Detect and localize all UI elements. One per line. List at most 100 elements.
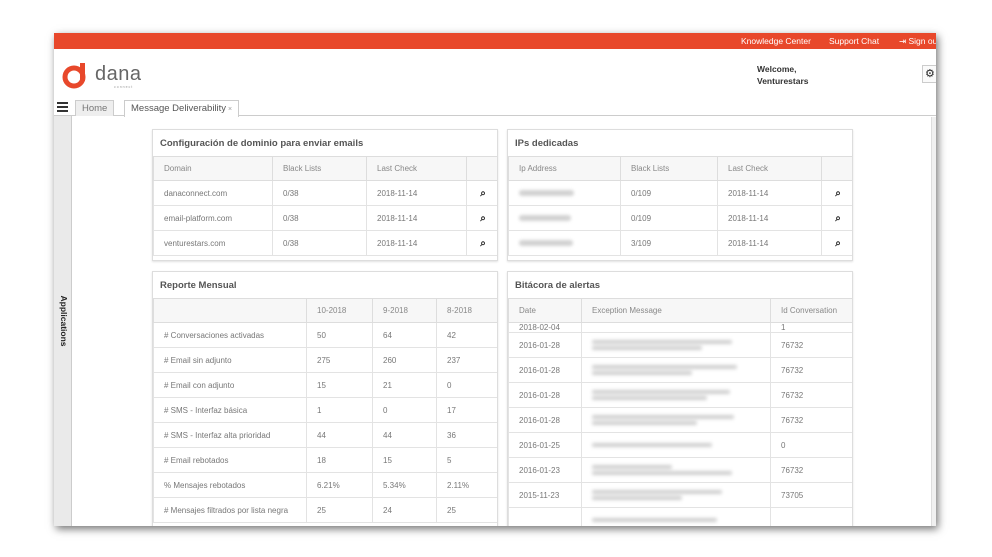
metric-value: 17 bbox=[436, 397, 497, 423]
metric-value: 44 bbox=[372, 422, 437, 448]
search-icon[interactable]: ⌕ bbox=[821, 230, 852, 256]
column-header: 10-2018 bbox=[306, 298, 373, 323]
column-header bbox=[821, 156, 852, 181]
date-cell: 2016-01-28 bbox=[508, 332, 582, 358]
last-check-cell: 2018-11-14 bbox=[366, 205, 467, 231]
table-row: 2018-02-04 1 bbox=[508, 322, 852, 333]
id-cell: 1 bbox=[770, 322, 852, 333]
tab-home[interactable]: Home bbox=[75, 100, 115, 116]
domains-title: Configuración de dominio para enviar ema… bbox=[160, 138, 364, 149]
message-cell-redacted bbox=[581, 382, 771, 408]
table-row: email-platform.com 0/38 2018-11-14 ⌕ bbox=[153, 205, 497, 231]
dana-logo-icon bbox=[62, 63, 86, 89]
ips-table: Ip Address Black Lists Last Check 0/109 … bbox=[508, 156, 852, 256]
metric-value: 25 bbox=[306, 497, 373, 523]
hamburger-menu-icon[interactable] bbox=[57, 102, 68, 112]
id-cell: 76732 bbox=[770, 382, 852, 408]
brand-name: dana bbox=[95, 63, 142, 85]
ip-cell-redacted bbox=[508, 205, 621, 231]
domains-panel: Configuración de dominio para enviar ema… bbox=[152, 129, 498, 261]
domain-cell: danaconnect.com bbox=[153, 180, 273, 206]
ip-cell-redacted bbox=[508, 180, 621, 206]
metric-label: # Conversaciones activadas bbox=[153, 322, 307, 348]
metric-value: 0 bbox=[372, 397, 437, 423]
report-table: 10-2018 9-2018 8-2018 # Conversaciones a… bbox=[153, 298, 497, 523]
search-icon[interactable]: ⌕ bbox=[821, 180, 852, 206]
settings-button[interactable]: ⚙ bbox=[922, 65, 936, 83]
sidebar-label: Applications bbox=[59, 295, 69, 347]
column-header: Date bbox=[508, 298, 582, 323]
alerts-table: Date Exception Message Id Conversation 2… bbox=[508, 298, 852, 526]
table-row: 2015-11-23 73705 bbox=[508, 482, 852, 508]
alerts-scroll-area[interactable]: Date Exception Message Id Conversation 2… bbox=[508, 298, 852, 526]
gear-icon: ⚙ bbox=[925, 68, 935, 80]
knowledge-center-link[interactable]: Knowledge Center bbox=[741, 36, 811, 46]
sign-out-icon: ⇥ bbox=[899, 36, 907, 46]
table-row: # Conversaciones activadas 50 64 42 bbox=[153, 322, 497, 348]
metric-value: 24 bbox=[372, 497, 437, 523]
support-chat-link[interactable]: Support Chat bbox=[829, 36, 879, 46]
message-cell-redacted bbox=[581, 332, 771, 358]
search-icon[interactable]: ⌕ bbox=[466, 180, 497, 206]
last-check-cell: 2018-11-14 bbox=[717, 180, 822, 206]
table-row: venturestars.com 0/38 2018-11-14 ⌕ bbox=[153, 230, 497, 256]
table-row: 0/109 2018-11-14 ⌕ bbox=[508, 180, 852, 206]
date-cell: 2016-01-28 bbox=[508, 357, 582, 383]
metric-value: 18 bbox=[306, 447, 373, 473]
domain-cell: email-platform.com bbox=[153, 205, 273, 231]
tab-bar: Home Message Deliverability × bbox=[54, 99, 936, 117]
more-options-icon[interactable]: ⋮ bbox=[934, 118, 936, 129]
table-row: 2016-01-28 76732 bbox=[508, 382, 852, 408]
table-row: # Email rebotados 18 15 5 bbox=[153, 447, 497, 473]
table-row: 2016-01-23 76732 bbox=[508, 457, 852, 483]
blacklists-cell: 0/38 bbox=[272, 205, 367, 231]
ip-cell-redacted bbox=[508, 230, 621, 256]
table-row: # Email sin adjunto 275 260 237 bbox=[153, 347, 497, 373]
applications-sidebar[interactable]: Applications bbox=[54, 116, 72, 526]
metric-value: 15 bbox=[372, 447, 437, 473]
blacklists-cell: 0/109 bbox=[620, 180, 718, 206]
id-cell-redacted bbox=[770, 507, 852, 526]
metric-value: 5.34% bbox=[372, 472, 437, 498]
last-check-cell: 2018-11-14 bbox=[717, 230, 822, 256]
table-row: # SMS - Interfaz alta prioridad 44 44 36 bbox=[153, 422, 497, 448]
column-header: Domain bbox=[153, 156, 273, 181]
column-header: Exception Message bbox=[581, 298, 771, 323]
metric-value: 64 bbox=[372, 322, 437, 348]
column-header bbox=[153, 298, 307, 323]
metric-value: 44 bbox=[306, 422, 373, 448]
column-header bbox=[466, 156, 497, 181]
metric-value: 5 bbox=[436, 447, 497, 473]
search-icon[interactable]: ⌕ bbox=[821, 205, 852, 231]
welcome-label: Welcome, bbox=[757, 64, 797, 74]
metric-label: # SMS - Interfaz alta prioridad bbox=[153, 422, 307, 448]
message-cell-redacted bbox=[581, 482, 771, 508]
sign-out-label: Sign ou bbox=[908, 36, 937, 46]
column-header: Ip Address bbox=[508, 156, 621, 181]
sign-out-link[interactable]: ⇥ Sign ou bbox=[899, 36, 936, 47]
search-icon[interactable]: ⌕ bbox=[466, 205, 497, 231]
metric-value: 2.11% bbox=[436, 472, 497, 498]
metric-value: 0 bbox=[436, 372, 497, 398]
column-header: Last Check bbox=[717, 156, 822, 181]
message-cell-redacted bbox=[581, 457, 771, 483]
metric-value: 1 bbox=[306, 397, 373, 423]
table-header-row: Date Exception Message Id Conversation bbox=[508, 298, 852, 323]
page-scrollbar[interactable] bbox=[931, 117, 936, 526]
table-row: % Mensajes rebotados 6.21% 5.34% 2.11% bbox=[153, 472, 497, 498]
metric-value: 15 bbox=[306, 372, 373, 398]
message-cell-redacted bbox=[581, 407, 771, 433]
metric-value: 36 bbox=[436, 422, 497, 448]
metric-label: # Email sin adjunto bbox=[153, 347, 307, 373]
monthly-report-panel: Reporte Mensual 10-2018 9-2018 8-2018 # … bbox=[152, 271, 498, 526]
last-check-cell: 2018-11-14 bbox=[366, 180, 467, 206]
table-row: # SMS - Interfaz básica 1 0 17 bbox=[153, 397, 497, 423]
table-header-row: 10-2018 9-2018 8-2018 bbox=[153, 298, 497, 323]
blacklists-cell: 0/38 bbox=[272, 180, 367, 206]
column-header: Black Lists bbox=[272, 156, 367, 181]
search-icon[interactable]: ⌕ bbox=[466, 230, 497, 256]
tab-close-icon[interactable]: × bbox=[228, 106, 232, 113]
tab-message-deliverability[interactable]: Message Deliverability × bbox=[124, 100, 240, 117]
metric-label: # SMS - Interfaz básica bbox=[153, 397, 307, 423]
table-row: 0/109 2018-11-14 ⌕ bbox=[508, 205, 852, 231]
